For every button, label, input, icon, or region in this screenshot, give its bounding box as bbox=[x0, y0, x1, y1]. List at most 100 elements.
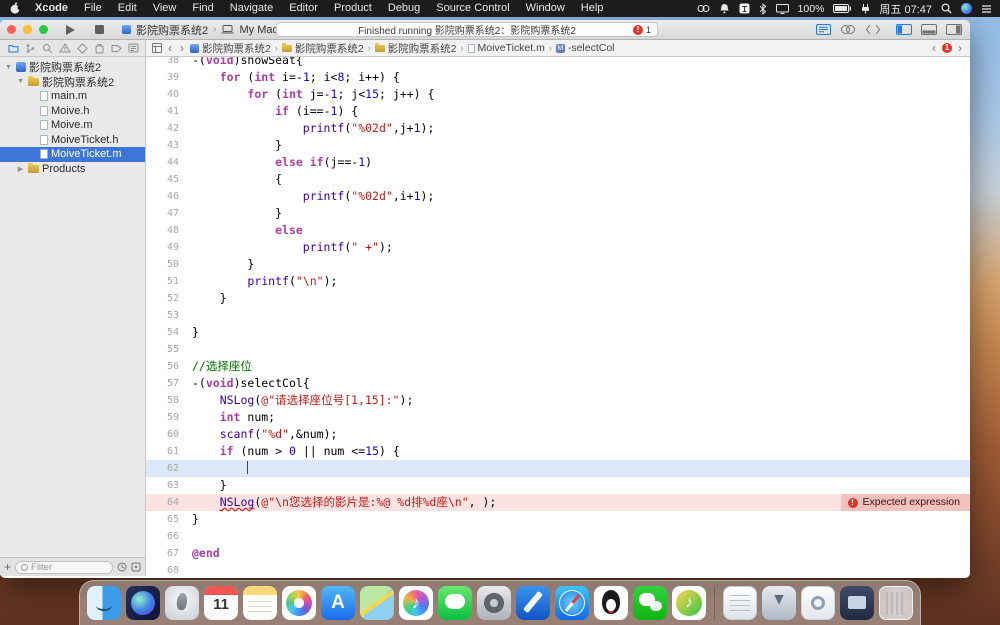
close-window-button[interactable] bbox=[7, 25, 16, 34]
dock-icon-xcode[interactable] bbox=[516, 585, 550, 620]
code-line-65[interactable]: 65} bbox=[146, 511, 970, 528]
battery-icon[interactable] bbox=[833, 4, 852, 13]
dock-icon-launchpad[interactable] bbox=[165, 585, 199, 620]
sidebar-item-Products[interactable]: ▶ Products bbox=[0, 162, 145, 177]
jump-bar-crumb-2[interactable]: 影院购票系统2 bbox=[374, 41, 457, 56]
code-line-51[interactable]: 51 printf("\n"); bbox=[146, 273, 970, 290]
code-line-62[interactable]: 62 bbox=[146, 460, 970, 477]
scheme-selector[interactable]: 影院购票系统2 › My Mac bbox=[122, 22, 278, 38]
recent-files-icon[interactable] bbox=[117, 562, 127, 572]
toggle-navigator-button[interactable] bbox=[896, 24, 912, 35]
version-editor-button[interactable] bbox=[865, 24, 881, 35]
toggle-utilities-button[interactable] bbox=[946, 24, 962, 35]
stop-button[interactable] bbox=[95, 25, 104, 34]
menu-item-5[interactable]: Navigate bbox=[222, 0, 281, 17]
dock-icon-safari[interactable] bbox=[555, 585, 589, 620]
sidebar-item-main.m[interactable]: main.m bbox=[0, 89, 145, 104]
notifications-icon[interactable] bbox=[719, 3, 730, 14]
dock-icon-messages[interactable] bbox=[438, 585, 472, 620]
code-line-60[interactable]: 60 scanf("%d",&num); bbox=[146, 426, 970, 443]
code-line-56[interactable]: 56 //选择座位 bbox=[146, 358, 970, 375]
code-line-40[interactable]: 40 for (int j=-1; j<15; j++) { bbox=[146, 86, 970, 103]
menu-item-9[interactable]: Source Control bbox=[428, 0, 517, 17]
scm-status-icon[interactable] bbox=[131, 562, 141, 572]
issue-indicator[interactable]: 1 bbox=[942, 43, 952, 53]
filter-input[interactable] bbox=[31, 561, 107, 573]
toggle-debug-area-button[interactable] bbox=[921, 24, 937, 35]
dock-icon-trash[interactable] bbox=[879, 585, 913, 620]
menu-item-8[interactable]: Debug bbox=[380, 0, 428, 17]
jump-bar-crumb-3[interactable]: MoiveTicket.m bbox=[467, 42, 545, 54]
dock-icon-qqmusic[interactable] bbox=[672, 585, 706, 620]
dock-icon-documents[interactable] bbox=[723, 585, 757, 620]
jump-bar-crumb-1[interactable]: 影院购票系统2 bbox=[281, 41, 364, 56]
sidebar-item-MoiveTicket.h[interactable]: MoiveTicket.h bbox=[0, 133, 145, 148]
search-navigator-icon[interactable] bbox=[42, 43, 53, 54]
menu-item-app[interactable]: Xcode bbox=[27, 0, 76, 17]
error-annotation[interactable]: ! Expected expression bbox=[840, 494, 970, 511]
back-button[interactable]: ‹ bbox=[166, 41, 174, 55]
menu-item-11[interactable]: Help bbox=[573, 0, 612, 17]
previous-issue-button[interactable]: ‹ bbox=[930, 41, 938, 55]
run-button[interactable] bbox=[66, 24, 75, 35]
siri-icon[interactable] bbox=[961, 3, 972, 14]
notification-center-icon[interactable] bbox=[981, 4, 992, 14]
code-line-48[interactable]: 48 else bbox=[146, 222, 970, 239]
source-control-navigator-icon[interactable] bbox=[25, 43, 36, 54]
menu-item-2[interactable]: Edit bbox=[110, 0, 145, 17]
code-line-49[interactable]: 49 printf(" +"); bbox=[146, 239, 970, 256]
forward-button[interactable]: › bbox=[178, 41, 186, 55]
source-editor[interactable]: 38 -(void)showSeat{39 for (int i=-1; i<8;… bbox=[146, 57, 970, 576]
filter-field[interactable] bbox=[15, 560, 113, 574]
dock-icon-qq[interactable] bbox=[594, 585, 628, 620]
disclosure-triangle[interactable]: ▼ bbox=[4, 64, 13, 71]
issues-navigator-icon[interactable] bbox=[59, 43, 71, 53]
sidebar-item-Moive.h[interactable]: Moive.h bbox=[0, 104, 145, 119]
dock-icon-applications[interactable] bbox=[801, 585, 835, 620]
add-button[interactable]: + bbox=[4, 561, 11, 573]
code-line-64[interactable]: 64 NSLog(@"\n您选择的影片是:%@ %d排%d座\n", );! Ex… bbox=[146, 494, 970, 511]
menu-item-3[interactable]: View bbox=[145, 0, 185, 17]
code-line-59[interactable]: 59 int num; bbox=[146, 409, 970, 426]
code-line-54[interactable]: 54} bbox=[146, 324, 970, 341]
spotlight-icon[interactable] bbox=[941, 3, 952, 14]
code-line-63[interactable]: 63 } bbox=[146, 477, 970, 494]
dock-icon-calendar[interactable]: 11 bbox=[204, 585, 238, 620]
code-line-53[interactable]: 53 bbox=[146, 307, 970, 324]
code-line-68[interactable]: 68 bbox=[146, 562, 970, 576]
menu-item-7[interactable]: Product bbox=[326, 0, 380, 17]
reports-navigator-icon[interactable] bbox=[128, 43, 139, 53]
dock-icon-finder[interactable] bbox=[87, 585, 121, 620]
dock-icon-downloads[interactable] bbox=[762, 585, 796, 620]
code-line-47[interactable]: 47 } bbox=[146, 205, 970, 222]
breakpoints-navigator-icon[interactable] bbox=[111, 44, 122, 53]
tests-navigator-icon[interactable] bbox=[77, 42, 88, 54]
dock-icon-settings[interactable] bbox=[477, 585, 511, 620]
battery-percentage[interactable]: 100% bbox=[798, 3, 825, 15]
code-line-61[interactable]: 61 if (num > 0 || num <=15) { bbox=[146, 443, 970, 460]
code-line-44[interactable]: 44 else if(j==-1) bbox=[146, 154, 970, 171]
menu-item-10[interactable]: Window bbox=[518, 0, 573, 17]
sidebar-item-影院购票系统2[interactable]: ▼ 影院购票系统2 bbox=[0, 60, 145, 75]
code-line-39[interactable]: 39 for (int i=-1; i<8; i++) { bbox=[146, 69, 970, 86]
project-navigator-icon[interactable] bbox=[8, 43, 19, 53]
code-line-66[interactable]: 66 bbox=[146, 528, 970, 545]
jump-bar-crumb-4[interactable]: -selectCol bbox=[555, 42, 615, 54]
minimize-window-button[interactable] bbox=[23, 25, 32, 34]
code-line-67[interactable]: 67 @end bbox=[146, 545, 970, 562]
code-line-41[interactable]: 41 if (i==-1) { bbox=[146, 103, 970, 120]
ac-power-icon[interactable] bbox=[861, 3, 870, 14]
next-issue-button[interactable]: › bbox=[956, 41, 964, 55]
display-icon[interactable] bbox=[775, 3, 789, 14]
menu-bar-clock[interactable]: 周五 07:47 bbox=[879, 1, 932, 17]
code-line-58[interactable]: 58 NSLog(@"请选择座位号[1,15]:"); bbox=[146, 392, 970, 409]
sidebar-item-MoiveTicket.m[interactable]: MoiveTicket.m bbox=[0, 147, 145, 162]
disclosure-triangle[interactable]: ▶ bbox=[16, 165, 25, 173]
code-line-45[interactable]: 45 { bbox=[146, 171, 970, 188]
headphones-icon[interactable] bbox=[697, 3, 710, 14]
disclosure-triangle[interactable]: ▼ bbox=[16, 78, 25, 85]
dock-icon-bin[interactable] bbox=[840, 585, 874, 620]
related-items-icon[interactable] bbox=[152, 43, 162, 53]
zoom-window-button[interactable] bbox=[39, 25, 48, 34]
code-line-52[interactable]: 52 } bbox=[146, 290, 970, 307]
